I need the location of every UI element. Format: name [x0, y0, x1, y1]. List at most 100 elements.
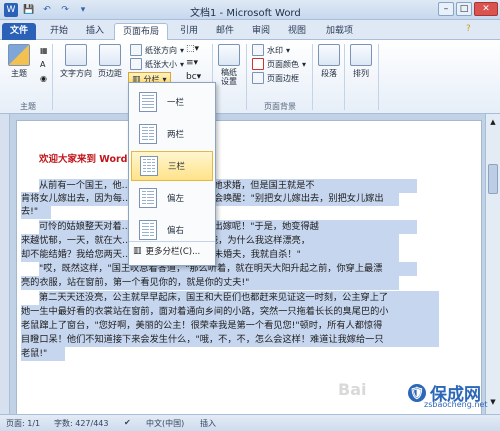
help-icon[interactable]: ?: [466, 24, 471, 34]
tab-references[interactable]: 引用: [172, 23, 206, 40]
text-line[interactable]: 去!": [21, 205, 51, 219]
word-app-icon[interactable]: W: [4, 3, 18, 17]
document-page[interactable]: 欢迎大家来到 Word 从前有一个国王，他……，无数王公大臣向她求婚，但是国王就…: [16, 120, 482, 420]
orientation-label: 纸张方向: [145, 45, 177, 55]
theme-colors-icon[interactable]: ▦: [40, 46, 48, 55]
tab-addins[interactable]: 加载项: [318, 23, 361, 40]
two-columns-icon: [139, 124, 157, 144]
paragraph-icon: [318, 44, 340, 66]
redo-icon[interactable]: ↷: [58, 3, 72, 17]
menu-item-two-columns[interactable]: 两栏: [131, 119, 213, 149]
text-direction-label: 文字方向: [60, 69, 92, 78]
text-line[interactable]: 目瞪口呆！他们不知道接下来会发生什么，"哦，不，不，怎么会这样！难道让我嫁给一只: [21, 333, 439, 347]
undo-icon[interactable]: ↶: [40, 3, 54, 17]
menu-item-label: 两栏: [167, 130, 185, 140]
tab-file[interactable]: 文件: [2, 23, 37, 40]
text-line[interactable]: 她一生中最好看的衣裳站在窗前，面对着通向乡间的小路，突然一只拖着长长的臭尾巴的小: [21, 305, 439, 319]
qat-dropdown-icon[interactable]: ▾: [76, 3, 90, 17]
menu-item-label: 三栏: [168, 162, 186, 172]
vertical-ruler: [0, 114, 10, 414]
scroll-thumb[interactable]: [488, 164, 498, 194]
paper-size-icon: [130, 58, 142, 70]
manuscript-icon: [218, 44, 240, 66]
paragraph-button[interactable]: 段落: [318, 44, 340, 79]
text-line[interactable]: 老鼠蹿上了窗台，"您好啊，美丽的公主！很荣幸我是第一个看见您!"顿时，所有人都惊…: [21, 319, 439, 333]
quick-access-toolbar: W 💾 ↶ ↷ ▾: [4, 3, 90, 17]
columns-dropdown-menu: 一栏 两栏 三栏 偏左 偏右 ▥ 更多分栏(C)...: [128, 82, 216, 266]
brand-url: zsbaocheng.net: [424, 400, 488, 409]
tab-review[interactable]: 审阅: [244, 23, 278, 40]
separator: [312, 44, 313, 110]
page-border-button[interactable]: 页面边框: [252, 72, 299, 84]
scroll-up-arrow[interactable]: ▲: [488, 118, 498, 128]
menu-item-label: 偏左: [167, 194, 185, 204]
tab-home[interactable]: 开始: [42, 23, 76, 40]
text-line[interactable]: 从前有一个国王，他……，无数王公大臣向她求婚，但是国王就是不: [39, 179, 417, 193]
tab-view[interactable]: 视图: [280, 23, 314, 40]
separator: [378, 44, 379, 110]
close-button[interactable]: ✕: [474, 2, 498, 16]
maximize-button[interactable]: □: [456, 2, 472, 16]
three-columns-icon: [140, 156, 158, 176]
minimize-button[interactable]: –: [438, 2, 454, 16]
text-line[interactable]: 第二天天还没亮，公主就早早起床，国王和大臣们也都赶来见证这一时刻，公主穿上了: [39, 291, 439, 305]
ribbon: 主题 ▦ A ◉ 主题 文字方向 页边距 纸张方向 ▾ 纸张大小 ▾ ▥ 分栏 ▾ ⬚…: [0, 40, 500, 114]
hyphenation-icon[interactable]: bc▾: [186, 72, 201, 82]
spellcheck-icon[interactable]: ✔: [124, 418, 131, 427]
text-direction-button[interactable]: 文字方向: [60, 44, 92, 79]
save-icon[interactable]: 💾: [22, 3, 36, 17]
margins-icon: [99, 44, 121, 66]
menu-item-three-columns[interactable]: 三栏: [131, 151, 213, 181]
page-color-icon: [252, 58, 264, 70]
text-line[interactable]: 亮的衣服，站在窗前，第一个看见你的，就是你的丈夫!": [21, 276, 399, 290]
status-page[interactable]: 页面: 1/1: [6, 418, 40, 429]
orientation-button[interactable]: 纸张方向 ▾: [130, 44, 184, 56]
page-color-button[interactable]: 页面颜色 ▾: [252, 58, 306, 70]
vertical-scrollbar[interactable]: ▲ ▼: [485, 114, 500, 414]
text-line[interactable]: "哎，既然这样，"国王叹息着答道，"那么听着，就在明天大阳升起之前，你穿上最漂: [39, 262, 417, 276]
separator: [52, 44, 53, 110]
menu-item-label: 一栏: [167, 98, 185, 108]
margins-label: 页边距: [98, 69, 122, 78]
tab-mailings[interactable]: 邮件: [208, 23, 242, 40]
watermark-button[interactable]: 水印 ▾: [252, 44, 290, 56]
menu-item-one-column[interactable]: 一栏: [131, 87, 213, 117]
themes-icon: [8, 44, 30, 66]
text-line[interactable]: 老鼠!": [21, 347, 65, 361]
breaks-icon[interactable]: ⬚▾: [186, 44, 199, 54]
menu-item-left[interactable]: 偏左: [131, 183, 213, 213]
menu-separator: [129, 241, 215, 242]
scroll-down-arrow[interactable]: ▼: [488, 398, 498, 408]
arrange-label: 排列: [353, 69, 369, 78]
more-columns-option[interactable]: ▥ 更多分栏(C)...: [133, 245, 200, 257]
arrange-button[interactable]: 排列: [350, 44, 372, 79]
manuscript-label: 稿纸 设置: [221, 68, 237, 86]
tab-page-layout[interactable]: 页面布局: [114, 23, 169, 40]
page-background-group-label: 页面背景: [264, 102, 296, 111]
watermark-label: 水印: [267, 45, 283, 55]
text-direction-icon: [65, 44, 87, 66]
theme-effects-icon[interactable]: ◉: [40, 74, 47, 83]
theme-fonts-icon[interactable]: A: [40, 60, 45, 69]
paper-size-label: 纸张大小: [145, 59, 177, 69]
text-line[interactable]: 可怜的姑娘整天对着……亮，为什么就不能出嫁呢！"于是，她变得越: [39, 220, 417, 234]
status-language[interactable]: 中文(中国): [146, 418, 184, 429]
watermark-icon: [252, 44, 264, 56]
status-insert-mode[interactable]: 插入: [200, 418, 216, 429]
paper-size-button[interactable]: 纸张大小 ▾: [130, 58, 184, 70]
manuscript-settings-button[interactable]: 稿纸 设置: [218, 44, 240, 86]
line-numbers-icon[interactable]: ≡▾: [186, 58, 198, 68]
tab-insert[interactable]: 插入: [78, 23, 112, 40]
page-border-icon: [252, 72, 264, 84]
themes-button[interactable]: 主题: [8, 44, 30, 79]
document-heading[interactable]: 欢迎大家来到 Word: [39, 151, 127, 165]
page-color-label: 页面颜色: [267, 59, 299, 69]
paragraph-label: 段落: [321, 69, 337, 78]
margins-button[interactable]: 页边距: [98, 44, 122, 79]
one-column-icon: [139, 92, 157, 112]
page-border-label: 页面边框: [267, 73, 299, 83]
window-title: 文档1 - Microsoft Word: [190, 8, 301, 19]
themes-button-label: 主题: [11, 69, 27, 78]
status-word-count[interactable]: 字数: 427/443: [54, 418, 108, 429]
more-columns-label: 更多分栏(C)...: [145, 247, 201, 257]
